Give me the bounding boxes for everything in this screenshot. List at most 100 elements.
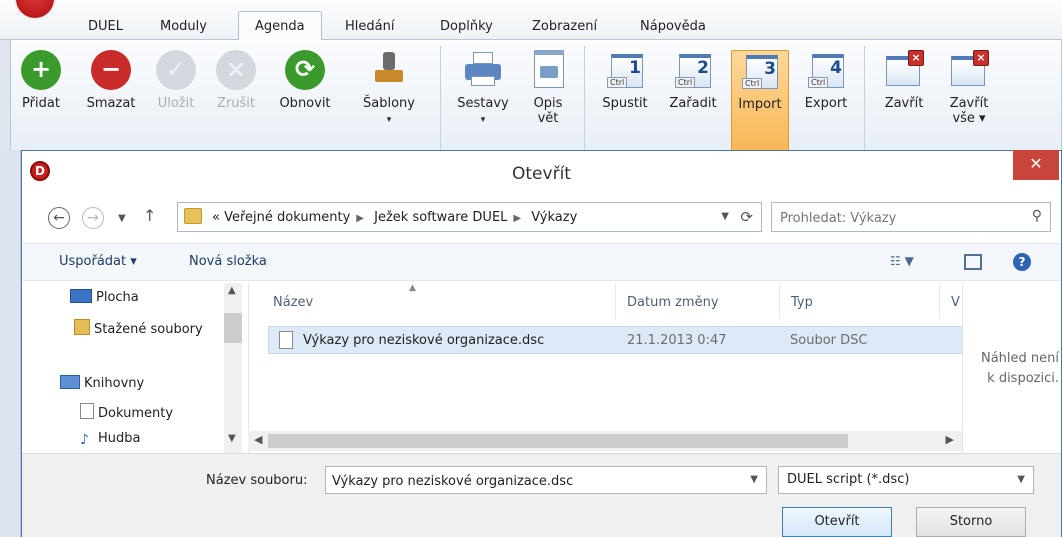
cancel-icon: × — [216, 50, 256, 90]
search-input[interactable] — [780, 209, 1010, 227]
preview-pane-icon[interactable] — [964, 254, 982, 270]
file-name: Výkazy pro neziskové organizace.dsc — [303, 333, 545, 348]
nav-item-music[interactable]: ♪ Hudba — [80, 431, 141, 447]
templates-button[interactable]: Šablony ▾ — [351, 50, 427, 126]
copy-sentences-button[interactable]: Opis vět — [523, 50, 573, 126]
check-icon: ✓ — [156, 50, 196, 90]
libraries-icon — [60, 375, 80, 389]
nav-item-documents[interactable]: Dokumenty — [80, 403, 173, 421]
background-window-edge — [0, 150, 21, 537]
add-button[interactable]: + Přidat — [19, 50, 63, 111]
scroll-up-icon[interactable]: ▲ — [228, 285, 236, 296]
menu-moduly[interactable]: Moduly — [160, 19, 207, 34]
ribbon-group-records: + Přidat − Smazat ✓ Uložit × Zrušit ⟳ Ob… — [11, 46, 441, 158]
refresh-button[interactable]: ⟳ Obnovit — [273, 50, 337, 111]
column-name[interactable]: Název — [273, 295, 313, 310]
sort-arrow-icon: ▲ — [409, 283, 416, 293]
nav-item-downloads[interactable]: Stažené soubory — [74, 319, 203, 337]
downloads-icon — [74, 319, 90, 335]
stamp-icon — [369, 50, 409, 90]
preview-message: Náhled není k dispozici. — [980, 351, 1059, 386]
filename-input[interactable] — [332, 472, 732, 490]
close-all-button[interactable]: × Zavřít vše ▾ — [941, 50, 997, 126]
horizontal-scroll-thumb[interactable] — [268, 434, 848, 448]
chevron-down-icon[interactable]: ▼ — [721, 211, 729, 222]
column-date[interactable]: Datum změny — [627, 295, 719, 310]
dialog-title: Otevřít — [512, 164, 571, 184]
cancel-edit-button[interactable]: × Zrušit — [211, 50, 261, 111]
preview-pane: Náhled není k dispozici. — [962, 283, 1061, 453]
column-type[interactable]: Typ — [791, 295, 813, 310]
desktop-icon — [70, 289, 92, 303]
ctrl-1-icon: 1 Ctrl — [605, 50, 645, 90]
navigation-scrollbar[interactable]: ▲ ▼ — [224, 283, 242, 453]
add-icon: + — [21, 50, 61, 90]
organize-button[interactable]: Uspořádat ▾ — [59, 254, 137, 269]
scroll-down-icon[interactable]: ▼ — [228, 433, 236, 444]
column-size[interactable]: V — [951, 295, 960, 310]
column-separator — [779, 283, 780, 319]
filetype-select[interactable]: DUEL script (*.dsc) ▼ — [778, 466, 1034, 494]
address-bar[interactable]: « Veřejné dokumenty ▶ Ježek software DUEL… — [177, 202, 762, 232]
search-icon[interactable]: ⚲ — [1032, 208, 1042, 224]
breadcrumb-item[interactable]: Výkazy — [531, 210, 577, 225]
open-dialog: D Otevřít ✕ ← → ▼ ↑ « Veřejné dokumenty ▶… — [21, 150, 1062, 537]
breadcrumb-item[interactable]: Veřejné dokumenty — [224, 210, 350, 225]
refresh-icon[interactable]: ⟳ — [740, 208, 753, 226]
dialog-footer: Název souboru: ▼ DUEL script (*.dsc) ▼ O… — [22, 453, 1061, 537]
ribbon-group-scripts: 1 Ctrl Spustit 2 Ctrl Zařadit 3 Ctrl Import… — [591, 46, 865, 158]
scroll-right-icon[interactable]: ▶ — [946, 433, 954, 446]
close-button[interactable]: × Zavřít — [877, 50, 931, 111]
music-icon: ♪ — [80, 432, 89, 448]
menu-napoveda[interactable]: Nápověda — [640, 19, 706, 34]
file-date: 21.1.2013 0:47 — [627, 333, 727, 348]
view-options-icon[interactable]: ☷ ▼ — [890, 254, 914, 268]
forward-icon[interactable]: → — [82, 207, 104, 229]
chevron-down-icon[interactable]: ▼ — [1017, 474, 1025, 485]
navigation-scroll-thumb[interactable] — [224, 313, 242, 343]
open-button[interactable]: Otevřít — [782, 507, 892, 537]
close-all-icon: × — [949, 50, 989, 90]
menu-doplnky[interactable]: Doplňky — [440, 19, 493, 34]
close-window-icon: × — [884, 50, 924, 90]
chevron-down-icon[interactable]: ▼ — [750, 474, 758, 485]
menu-hledani[interactable]: Hledání — [345, 19, 394, 34]
delete-icon: − — [91, 50, 131, 90]
reports-button[interactable]: Sestavy ▾ — [455, 50, 511, 126]
filetype-value: DUEL script (*.dsc) — [787, 472, 910, 487]
scroll-left-icon[interactable]: ◀ — [254, 433, 262, 446]
delete-button[interactable]: − Smazat — [81, 50, 141, 111]
nav-item-desktop[interactable]: Plocha — [70, 289, 139, 305]
nav-item-libraries[interactable]: Knihovny — [60, 375, 144, 391]
navigation-pane: Plocha Stažené soubory Knihovny Dokument… — [22, 283, 246, 453]
search-box: ⚲ — [771, 202, 1051, 232]
save-button[interactable]: ✓ Uložit — [151, 50, 201, 111]
export-button[interactable]: 4 Ctrl Export — [797, 50, 855, 111]
back-icon[interactable]: ← — [48, 207, 70, 229]
breadcrumb-item[interactable]: Ježek software DUEL — [374, 210, 507, 225]
cancel-button[interactable]: Storno — [916, 507, 1026, 537]
run-button[interactable]: 1 Ctrl Spustit — [595, 50, 655, 111]
ribbon: + Přidat − Smazat ✓ Uložit × Zrušit ⟳ Ob… — [10, 40, 1062, 164]
dialog-titlebar[interactable]: D Otevřít ✕ — [22, 150, 1061, 195]
dialog-close-button[interactable]: ✕ — [1013, 150, 1059, 180]
up-arrow-icon[interactable]: ↑ — [143, 206, 156, 225]
assign-button[interactable]: 2 Ctrl Zařadit — [663, 50, 723, 111]
menu-zobrazeni[interactable]: Zobrazení — [532, 19, 597, 34]
file-icon — [279, 331, 293, 349]
menu-duel[interactable]: DUEL — [88, 19, 123, 34]
menu-agenda[interactable]: Agenda — [238, 11, 322, 42]
import-button[interactable]: 3 Ctrl Import — [731, 50, 789, 156]
refresh-icon: ⟳ — [285, 50, 325, 90]
help-icon[interactable]: ? — [1013, 253, 1031, 271]
app-logo[interactable] — [14, 0, 56, 20]
file-row[interactable]: Výkazy pro neziskové organizace.dsc 21.1… — [268, 326, 963, 354]
recent-locations-icon[interactable]: ▼ — [118, 213, 126, 224]
ctrl-4-icon: 4 Ctrl — [806, 50, 846, 90]
dialog-toolbar: Uspořádat ▾ Nová složka ☷ ▼ ? — [22, 243, 1061, 281]
ctrl-3-icon: 3 Ctrl — [740, 51, 780, 91]
new-folder-button[interactable]: Nová složka — [189, 254, 267, 269]
file-type: Soubor DSC — [790, 333, 868, 348]
document-print-icon — [528, 50, 568, 90]
breadcrumb: « Veřejné dokumenty ▶ Ježek software DUEL… — [212, 210, 578, 225]
